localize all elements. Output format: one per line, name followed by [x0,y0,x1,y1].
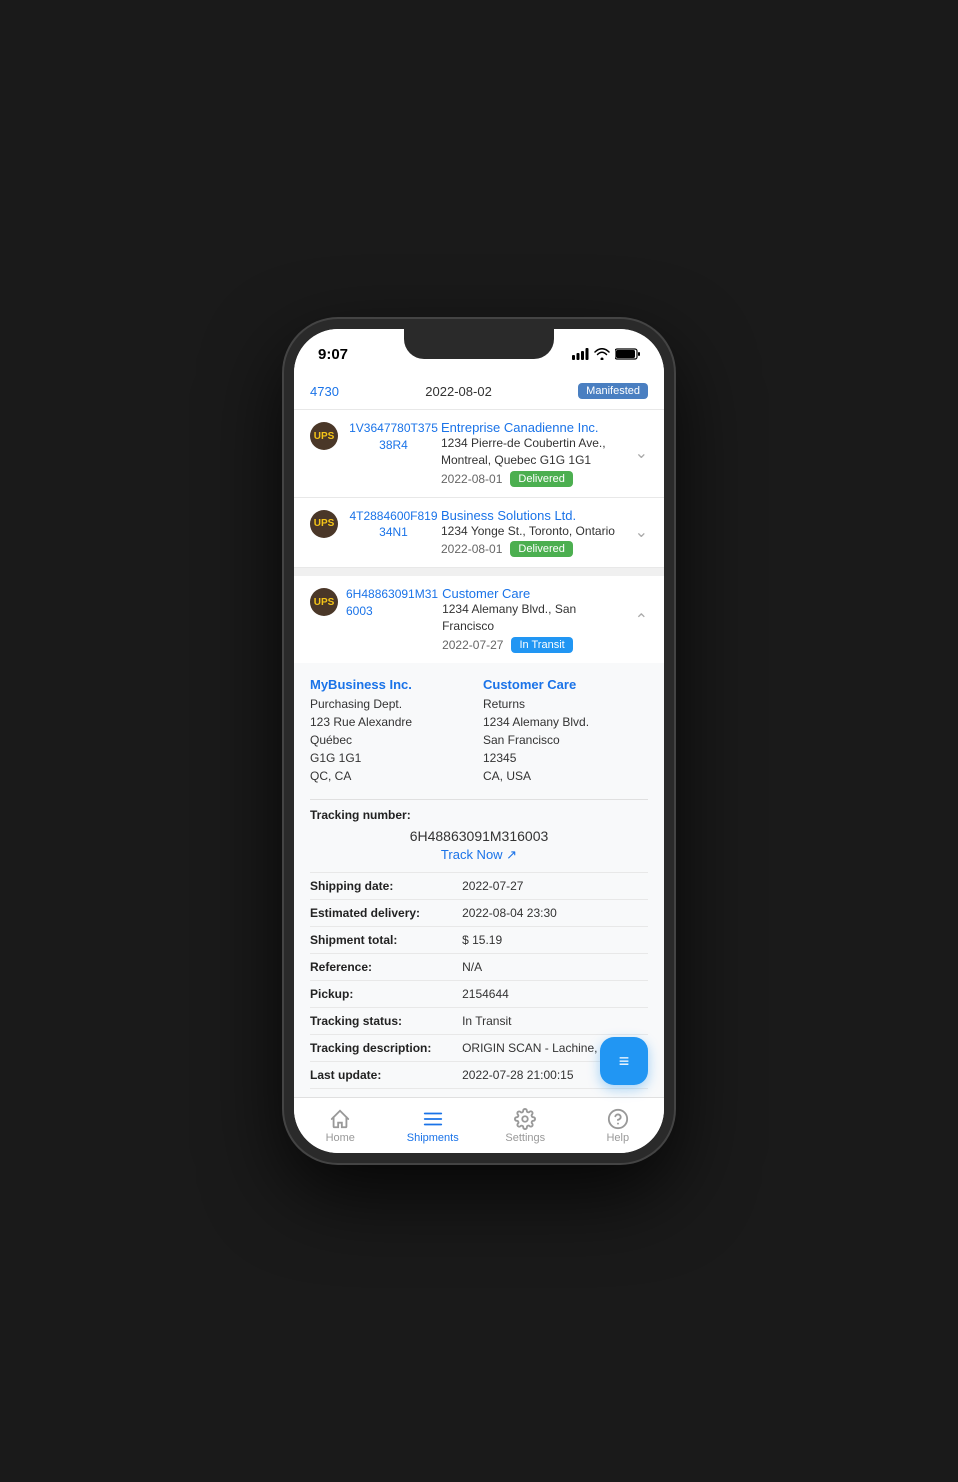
est-delivery-label: Estimated delivery: [310,906,462,920]
reference-label: Reference: [310,960,462,974]
tracking-status-value: In Transit [462,1014,648,1028]
tracking-status-label: Tracking status: [310,1014,462,1028]
status-icons [572,348,640,360]
bottom-nav: Home Shipments Settings Help [294,1097,664,1153]
shipment-row-customercare-expanded[interactable]: UPS 6H48863091M316003 Customer Care 1234… [294,576,664,1097]
pickup-value: 2154644 [462,987,648,1001]
phone-frame: 9:07 4730 2022-08-02 [284,319,674,1163]
filter-fab-button[interactable]: ≡ [600,1037,648,1085]
shipment-badge-customercare: In Transit [511,637,572,653]
tracking-number-label: Tracking number: [310,808,648,822]
shipment-date-entreprise: 2022-08-01 [441,472,502,486]
total-value: $ 15.19 [462,933,648,947]
shipment-address-customercare: 1234 Alemany Blvd., San Francisco [442,601,627,635]
expanded-detail: MyBusiness Inc. Purchasing Dept. 123 Rue… [294,663,664,1097]
chevron-entreprise: ⌄ [627,443,648,463]
shipping-date-value: 2022-07-27 [462,879,648,893]
from-address: MyBusiness Inc. Purchasing Dept. 123 Rue… [310,677,475,785]
from-company: MyBusiness Inc. [310,677,475,692]
settings-icon [514,1108,536,1130]
shipment-badge-entreprise: Delivered [510,471,572,487]
status-time: 9:07 [318,346,348,363]
to-company: Customer Care [483,677,648,692]
tracking-desc-label: Tracking description: [310,1041,462,1055]
from-city: Québec [310,731,475,749]
from-postal: G1G 1G1 [310,749,475,767]
shipment-company-customercare: Customer Care [442,586,627,601]
to-city: San Francisco [483,731,648,749]
ups-logo-customercare: UPS [310,588,338,616]
nav-settings[interactable]: Settings [479,1098,572,1153]
to-dept: Returns [483,695,648,713]
ups-logo-entreprise: UPS [310,422,338,450]
shipment-row-business[interactable]: UPS 4T2884600F81934N1 Business Solutions… [294,498,664,569]
detail-row-num-packages: Number of packages: 1 [310,1088,648,1097]
shipment-address-entreprise: 1234 Pierre-de Coubertin Ave., Montreal,… [441,435,627,469]
nav-settings-label: Settings [505,1132,545,1144]
battery-icon [615,348,640,360]
shipping-date-label: Shipping date: [310,879,462,893]
nav-home[interactable]: Home [294,1098,387,1153]
notch [404,329,554,359]
screen-content: 4730 2022-08-02 Manifested UPS 1V3647780… [294,373,664,1097]
shipment-id-business: 4T2884600F81934N1 [346,508,441,542]
nav-shipments-label: Shipments [407,1132,459,1144]
shipments-icon [422,1108,444,1130]
tracking-number-value: 6H48863091M316003 [310,828,648,844]
reference-value: N/A [462,960,648,974]
shipment-date-customercare: 2022-07-27 [442,638,503,652]
detail-table: Tracking number: 6H48863091M316003 Track… [310,799,648,1097]
from-street: 123 Rue Alexandre [310,713,475,731]
top-shipment-row[interactable]: 4730 2022-08-02 Manifested [294,373,664,410]
shipment-company-entreprise: Entreprise Canadienne Inc. [441,420,627,435]
track-now-text[interactable]: Track Now ↗ [441,847,517,862]
home-icon [329,1108,351,1130]
to-street: 1234 Alemany Blvd. [483,713,648,731]
from-dept: Purchasing Dept. [310,695,475,713]
to-region: CA, USA [483,767,648,785]
detail-row-pickup: Pickup: 2154644 [310,980,648,1007]
shipment-company-business: Business Solutions Ltd. [441,508,627,523]
filter-icon: ≡ [619,1051,630,1072]
shipment-4730-id: 4730 [310,384,339,399]
detail-row-tracking-status: Tracking status: In Transit [310,1007,648,1034]
pickup-label: Pickup: [310,987,462,1001]
detail-row-shipping-date: Shipping date: 2022-07-27 [310,872,648,899]
detail-row-tracking-desc: Tracking description: ORIGIN SCAN - Lach… [310,1034,648,1061]
to-address: Customer Care Returns 1234 Alemany Blvd.… [483,677,648,785]
section-divider [294,568,664,576]
help-icon [607,1108,629,1130]
nav-home-label: Home [326,1132,355,1144]
shipment-4730-badge: Manifested [578,383,648,399]
detail-row-last-update: Last update: 2022-07-28 21:00:15 [310,1061,648,1088]
detail-row-reference: Reference: N/A [310,953,648,980]
nav-shipments[interactable]: Shipments [387,1098,480,1153]
shipment-id-entreprise: 1V3647780T37538R4 [346,420,441,454]
total-label: Shipment total: [310,933,462,947]
nav-help[interactable]: Help [572,1098,665,1153]
last-update-label: Last update: [310,1068,462,1082]
detail-row-est-delivery: Estimated delivery: 2022-08-04 23:30 [310,899,648,926]
to-postal: 12345 [483,749,648,767]
shipment-address-business: 1234 Yonge St., Toronto, Ontario [441,523,627,540]
detail-row-total: Shipment total: $ 15.19 [310,926,648,953]
from-region: QC, CA [310,767,475,785]
ups-logo-business: UPS [310,510,338,538]
wifi-icon [594,348,610,360]
chevron-customercare[interactable]: ⌃ [627,610,648,630]
shipment-id-customercare: 6H48863091M316003 [346,586,438,620]
shipment-date-business: 2022-08-01 [441,542,502,556]
shipment-badge-business: Delivered [510,541,572,557]
shipment-row-entreprise[interactable]: UPS 1V3647780T37538R4 Entreprise Canadie… [294,410,664,498]
track-now-link[interactable]: Track Now ↗ [310,846,648,864]
nav-help-label: Help [606,1132,629,1144]
est-delivery-value: 2022-08-04 23:30 [462,906,648,920]
chevron-business: ⌄ [627,522,648,542]
shipment-4730-date: 2022-08-02 [425,384,492,399]
signal-icon [572,348,589,360]
detail-addresses: MyBusiness Inc. Purchasing Dept. 123 Rue… [310,677,648,785]
